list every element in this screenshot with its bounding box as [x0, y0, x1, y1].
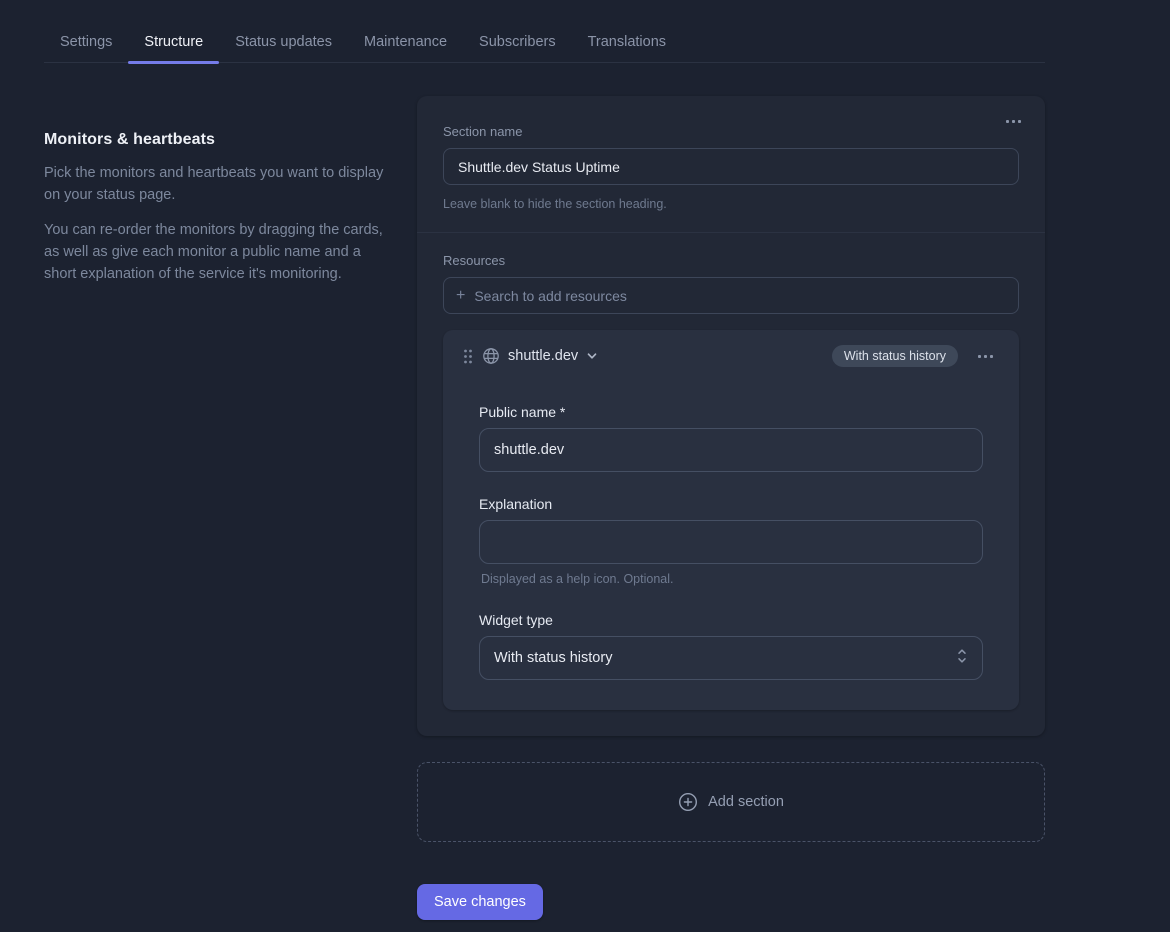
section-card: Section name Leave blank to hide the sec…	[417, 96, 1045, 736]
resource-menu-button[interactable]	[972, 349, 999, 364]
widget-type-select[interactable]: With status history	[479, 636, 983, 680]
page-title: Monitors & heartbeats	[44, 131, 384, 149]
ellipsis-icon	[984, 355, 987, 358]
section-name-input[interactable]	[443, 148, 1019, 185]
globe-icon	[482, 347, 500, 365]
status-page-structure-screen: Settings Structure Status updates Mainte…	[0, 0, 1170, 932]
select-chevrons-icon	[956, 646, 968, 670]
resource-card: shuttle.dev With status history	[443, 330, 1019, 710]
section-menu-button[interactable]	[1000, 114, 1027, 129]
resource-card-header: shuttle.dev With status history	[463, 344, 999, 368]
public-name-input[interactable]	[479, 428, 983, 472]
resource-name-toggle[interactable]: shuttle.dev	[508, 348, 598, 364]
resources-block: Resources +	[417, 233, 1045, 736]
intro-panel: Monitors & heartbeats Pick the monitors …	[44, 63, 384, 285]
resources-label: Resources	[443, 253, 1019, 268]
ellipsis-icon	[978, 355, 981, 358]
tab-nav: Settings Structure Status updates Mainte…	[44, 0, 1045, 63]
structure-panel: Section name Leave blank to hide the sec…	[417, 63, 1045, 920]
tab-maintenance[interactable]: Maintenance	[348, 22, 463, 62]
ellipsis-icon	[990, 355, 993, 358]
ellipsis-icon	[1018, 120, 1021, 123]
plus-icon: +	[456, 288, 465, 304]
section-name-label: Section name	[443, 124, 1019, 139]
explanation-label: Explanation	[479, 496, 983, 512]
tab-structure[interactable]: Structure	[128, 22, 219, 62]
resource-name: shuttle.dev	[508, 348, 578, 364]
resource-card-body: Public name * Explanation Displayed as a…	[463, 404, 999, 680]
ellipsis-icon	[1006, 120, 1009, 123]
tab-bar: Settings Structure Status updates Mainte…	[0, 0, 1170, 63]
add-section-label: Add section	[708, 794, 784, 810]
tab-settings[interactable]: Settings	[44, 22, 128, 62]
public-name-label: Public name *	[479, 404, 983, 420]
tab-status-updates[interactable]: Status updates	[219, 22, 348, 62]
intro-paragraph: You can re-order the monitors by draggin…	[44, 219, 384, 285]
ellipsis-icon	[1012, 120, 1015, 123]
widget-type-label: Widget type	[479, 612, 983, 628]
resource-search[interactable]: +	[443, 277, 1019, 314]
tab-subscribers[interactable]: Subscribers	[463, 22, 572, 62]
explanation-helper: Displayed as a help icon. Optional.	[479, 572, 983, 586]
save-changes-button[interactable]: Save changes	[417, 884, 543, 920]
intro-paragraph: Pick the monitors and heartbeats you wan…	[44, 162, 384, 206]
drag-handle-icon[interactable]	[463, 348, 473, 365]
widget-type-badge: With status history	[832, 345, 958, 367]
main-content: Monitors & heartbeats Pick the monitors …	[0, 63, 1170, 920]
tab-translations[interactable]: Translations	[572, 22, 682, 62]
plus-circle-icon	[678, 792, 698, 812]
resource-search-input[interactable]	[474, 288, 1006, 304]
add-section-button[interactable]: Add section	[417, 762, 1045, 842]
widget-type-value: With status history	[494, 650, 612, 666]
chevron-down-icon	[586, 350, 598, 362]
section-name-block: Section name Leave blank to hide the sec…	[417, 96, 1045, 232]
section-name-helper: Leave blank to hide the section heading.	[443, 197, 1019, 211]
explanation-input[interactable]	[479, 520, 983, 564]
